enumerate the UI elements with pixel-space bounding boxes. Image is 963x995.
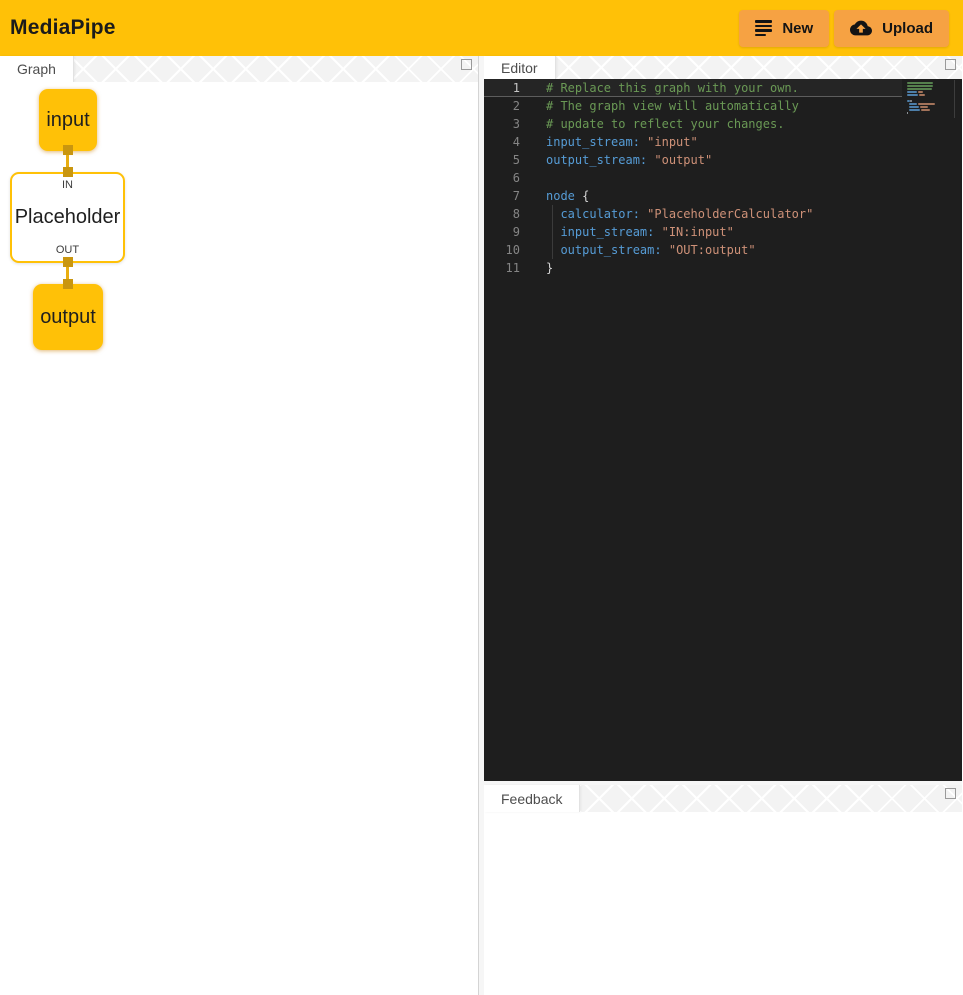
line-content: output_stream: "OUT:output" xyxy=(520,241,756,259)
line-number: 3 xyxy=(484,115,520,133)
line-content: input_stream: "input" xyxy=(520,133,698,151)
code-line[interactable]: 4input_stream: "input" xyxy=(484,133,902,151)
workspace: Graph input IN Placeholder OUT output xyxy=(0,56,963,995)
line-number: 5 xyxy=(484,151,520,169)
code-editor[interactable]: 1# Replace this graph with your own.2# T… xyxy=(484,79,962,781)
code-line[interactable]: 2# The graph view will automatically xyxy=(484,97,902,115)
feedback-content xyxy=(484,812,962,995)
code-line[interactable]: 10 output_stream: "OUT:output" xyxy=(484,241,902,259)
graph-tabbar: Graph xyxy=(0,56,478,82)
feedback-tabbar: Feedback xyxy=(484,785,962,812)
feedback-panel: Feedback xyxy=(484,785,962,995)
connector-dot xyxy=(63,257,73,267)
minimap-row xyxy=(907,111,952,114)
tab-feedback[interactable]: Feedback xyxy=(484,785,580,812)
line-number: 6 xyxy=(484,169,520,187)
editor-maximise-icon[interactable] xyxy=(945,59,956,70)
graph-node-placeholder[interactable]: IN Placeholder OUT xyxy=(10,172,125,263)
graph-node-output[interactable]: output xyxy=(33,284,103,350)
tab-editor-label: Editor xyxy=(501,60,538,76)
graph-node-input-label: input xyxy=(46,109,89,132)
placeholder-in-port: IN xyxy=(62,179,73,191)
graph-node-placeholder-label: Placeholder xyxy=(15,206,121,229)
line-content: calculator: "PlaceholderCalculator" xyxy=(520,205,813,223)
editor-code-lines[interactable]: 1# Replace this graph with your own.2# T… xyxy=(484,79,902,277)
placeholder-out-port: OUT xyxy=(56,244,79,256)
new-button[interactable]: New xyxy=(739,10,829,47)
tab-feedback-label: Feedback xyxy=(501,791,562,807)
indent-guide xyxy=(552,205,553,259)
app-header: MediaPipe New Upload xyxy=(0,0,963,56)
connector-dot xyxy=(63,167,73,177)
editor-panel: Editor 1# Replace this graph with your o… xyxy=(484,56,962,781)
line-content: # The graph view will automatically xyxy=(520,97,799,115)
tab-graph[interactable]: Graph xyxy=(0,56,74,82)
line-content: } xyxy=(520,259,553,277)
code-line[interactable]: 9 input_stream: "IN:input" xyxy=(484,223,902,241)
line-number: 4 xyxy=(484,133,520,151)
line-number: 10 xyxy=(484,241,520,259)
line-number: 11 xyxy=(484,259,520,277)
code-line[interactable]: 7node { xyxy=(484,187,902,205)
right-column: Editor 1# Replace this graph with your o… xyxy=(484,56,962,995)
line-number: 2 xyxy=(484,97,520,115)
subject-icon xyxy=(755,20,772,36)
graph-node-output-label: output xyxy=(40,306,96,329)
code-line[interactable]: 6 xyxy=(484,169,902,187)
header-actions: New Upload xyxy=(739,10,949,47)
line-content: # update to reflect your changes. xyxy=(520,115,784,133)
graph-maximise-icon[interactable] xyxy=(461,59,472,70)
connector-dot xyxy=(63,279,73,289)
graph-panel: Graph input IN Placeholder OUT output xyxy=(0,56,479,995)
code-line[interactable]: 1# Replace this graph with your own. xyxy=(484,79,902,97)
line-number: 9 xyxy=(484,223,520,241)
upload-button[interactable]: Upload xyxy=(834,10,949,47)
code-line[interactable]: 5output_stream: "output" xyxy=(484,151,902,169)
line-content: node { xyxy=(520,187,589,205)
cloud-upload-icon xyxy=(850,19,872,37)
line-content: output_stream: "output" xyxy=(520,151,712,169)
editor-tabbar: Editor xyxy=(484,56,962,79)
code-line[interactable]: 3# update to reflect your changes. xyxy=(484,115,902,133)
tab-graph-label: Graph xyxy=(17,61,56,77)
editor-minimap[interactable] xyxy=(905,80,955,118)
line-number: 7 xyxy=(484,187,520,205)
tab-editor[interactable]: Editor xyxy=(484,56,556,79)
upload-button-label: Upload xyxy=(882,20,933,37)
code-line[interactable]: 11} xyxy=(484,259,902,277)
connector-dot xyxy=(63,145,73,155)
new-button-label: New xyxy=(782,20,813,37)
code-line[interactable]: 8 calculator: "PlaceholderCalculator" xyxy=(484,205,902,223)
app-title: MediaPipe xyxy=(10,16,116,40)
line-number: 1 xyxy=(484,79,520,97)
line-content: # Replace this graph with your own. xyxy=(520,79,799,97)
line-number: 8 xyxy=(484,205,520,223)
feedback-maximise-icon[interactable] xyxy=(945,788,956,799)
graph-node-input[interactable]: input xyxy=(39,89,97,151)
graph-canvas[interactable]: input IN Placeholder OUT output xyxy=(0,82,478,995)
